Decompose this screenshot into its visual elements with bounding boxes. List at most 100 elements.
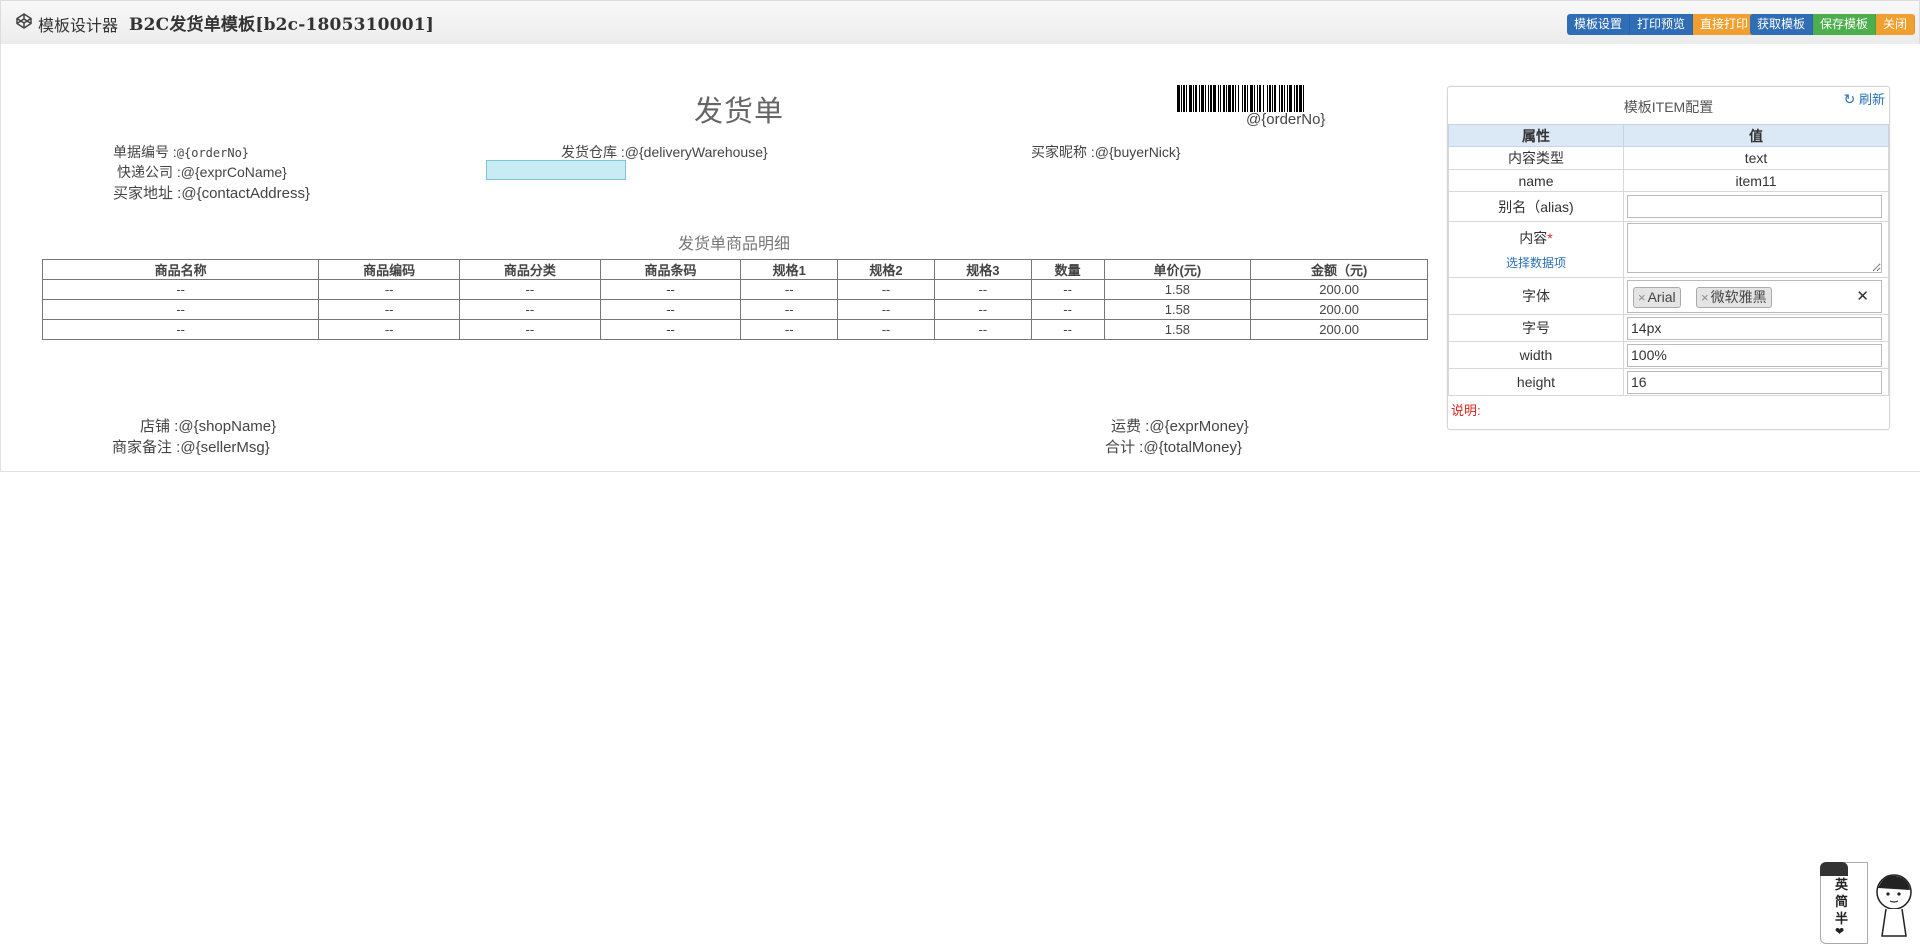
font-multiselect[interactable]: × Arial × 微软雅黑 ✕: [1627, 279, 1882, 313]
seller-msg-label: 商家备注 :: [112, 439, 181, 456]
required-mark: *: [1547, 230, 1553, 246]
name-row: name item11: [1448, 169, 1889, 192]
font-size-label: 字号: [1448, 314, 1624, 342]
selected-item-box[interactable]: [486, 160, 626, 180]
table-cell: --: [1030, 299, 1105, 320]
content-textarea[interactable]: [1627, 223, 1882, 273]
table-cell: --: [599, 299, 742, 320]
column-header: 商品条码: [599, 259, 742, 280]
save-template-button[interactable]: 保存模板: [1813, 14, 1877, 35]
remove-tag-icon[interactable]: ×: [1638, 290, 1646, 305]
table-cell: --: [933, 319, 1032, 340]
direct-print-button[interactable]: 直接打印: [1693, 14, 1757, 35]
warehouse-field[interactable]: 发货仓库 :@{deliveryWarehouse}: [561, 142, 768, 162]
properties-header-row: 属性 值: [1448, 124, 1889, 147]
table-cell: --: [933, 279, 1032, 300]
express-field[interactable]: 快递公司 :@{exprCoName}: [117, 162, 287, 182]
address-field[interactable]: 买家地址 :@{contactAddress}: [113, 182, 310, 203]
name-value: item11: [1623, 169, 1889, 192]
buyer-nick-label: 买家昵称 :: [1031, 144, 1095, 160]
table-cell: 1.58: [1103, 299, 1252, 320]
table-cell: 200.00: [1250, 319, 1428, 340]
font-label: 字体: [1448, 277, 1624, 315]
table-cell: --: [318, 299, 461, 320]
address-label: 买家地址 :: [113, 185, 182, 202]
panel-title: 模板ITEM配置: [1623, 99, 1714, 115]
height-input[interactable]: [1627, 370, 1882, 394]
table-row: -- -- -- -- -- -- -- -- 1.58 200.00: [41, 319, 1428, 340]
refresh-button[interactable]: ↻ 刷新: [1844, 89, 1885, 108]
items-table[interactable]: 商品名称 商品编码 商品分类 商品条码 规格1 规格2 规格3 数量 单价(元)…: [41, 259, 1428, 340]
table-title[interactable]: 发货单商品明细: [678, 230, 790, 254]
width-label: width: [1448, 341, 1624, 369]
value-header: 值: [1623, 124, 1889, 147]
table-cell: --: [41, 299, 320, 320]
font-tag-label: 微软雅黑: [1710, 288, 1767, 305]
fetch-template-button[interactable]: 获取模板: [1750, 14, 1814, 35]
column-header: 单价(元): [1103, 259, 1252, 280]
print-preview-button[interactable]: 打印预览: [1630, 14, 1694, 35]
express-label: 快递公司 :: [117, 164, 181, 180]
freight-value: @{exprMoney}: [1149, 418, 1249, 435]
freight-label: 运费 :: [1111, 418, 1150, 435]
shop-field[interactable]: 店铺 :@{shopName}: [140, 415, 276, 436]
select-data-item-link[interactable]: 选择数据项: [1506, 256, 1566, 270]
warehouse-label: 发货仓库 :: [561, 144, 625, 160]
secondary-toolbar: 获取模板 保存模板 关闭: [1750, 14, 1916, 35]
alias-label: 别名（alias): [1448, 191, 1624, 222]
close-button[interactable]: 关闭: [1876, 14, 1916, 35]
name-label: name: [1448, 169, 1624, 192]
content-row: 内容* 选择数据项: [1448, 221, 1889, 278]
table-cell: 200.00: [1250, 299, 1428, 320]
express-value: @{exprCoName}: [180, 164, 287, 180]
table-cell: 1.58: [1103, 319, 1252, 340]
table-cell: --: [41, 319, 320, 340]
font-tag[interactable]: × 微软雅黑: [1696, 286, 1772, 308]
table-cell: --: [740, 279, 839, 300]
table-cell: --: [740, 299, 839, 320]
document-title[interactable]: 发货单: [694, 88, 784, 130]
column-header: 商品编码: [318, 259, 461, 280]
table-cell: --: [41, 279, 320, 300]
barcode-image[interactable]: [1177, 85, 1403, 112]
alias-input[interactable]: [1627, 195, 1882, 218]
column-header: 规格1: [740, 259, 839, 280]
column-header: 商品分类: [459, 259, 601, 280]
table-cell: --: [1030, 319, 1105, 340]
template-settings-button[interactable]: 模板设置: [1567, 14, 1631, 35]
freight-field[interactable]: 运费 :@{exprMoney}: [1111, 415, 1249, 436]
remove-tag-icon[interactable]: ×: [1701, 290, 1709, 305]
width-row: width: [1448, 341, 1889, 369]
table-cell: --: [933, 299, 1032, 320]
font-size-row: 字号: [1448, 314, 1889, 342]
order-no-label: 单据编号 :: [113, 144, 177, 160]
heart-icon[interactable]: ❤: [1835, 925, 1844, 938]
barcode-label[interactable]: @{orderNo}: [1246, 111, 1325, 128]
clear-all-icon[interactable]: ✕: [1856, 287, 1869, 305]
ime-toolbar[interactable]: 英 简 半 ❤: [1820, 862, 1920, 944]
shop-label: 店铺 :: [140, 418, 179, 435]
app-name: 模板设计器: [38, 18, 119, 35]
address-value: @{contactAddress}: [181, 185, 310, 202]
table-cell: --: [318, 279, 461, 300]
column-header: 规格2: [837, 259, 935, 280]
table-row: -- -- -- -- -- -- -- -- 1.58 200.00: [41, 279, 1428, 300]
order-no-field[interactable]: 单据编号 :@{orderNo}: [113, 142, 249, 162]
table-cell: --: [459, 319, 601, 340]
refresh-label: 刷新: [1858, 92, 1885, 107]
font-size-input[interactable]: [1627, 316, 1882, 340]
content-label-cell: 内容* 选择数据项: [1448, 221, 1624, 278]
column-header: 规格3: [933, 259, 1032, 280]
width-input[interactable]: [1627, 343, 1882, 367]
font-tag[interactable]: × Arial: [1633, 286, 1681, 308]
shop-value: @{shopName}: [178, 418, 277, 435]
height-row: height: [1448, 368, 1889, 396]
height-label: height: [1448, 368, 1624, 396]
seller-msg-field[interactable]: 商家备注 :@{sellerMsg}: [112, 436, 270, 457]
buyer-nick-field[interactable]: 买家昵称 :@{buyerNick}: [1031, 142, 1181, 162]
properties-table: 属性 值 内容类型 text name item11 别名（alias) 内容*…: [1448, 124, 1889, 396]
total-field[interactable]: 合计 :@{totalMoney}: [1105, 436, 1242, 457]
note-label: 说明:: [1451, 403, 1481, 418]
item-config-panel: 模板ITEM配置 ↻ 刷新 属性 值 内容类型 text name item11…: [1447, 86, 1890, 430]
table-cell: 200.00: [1250, 279, 1428, 300]
